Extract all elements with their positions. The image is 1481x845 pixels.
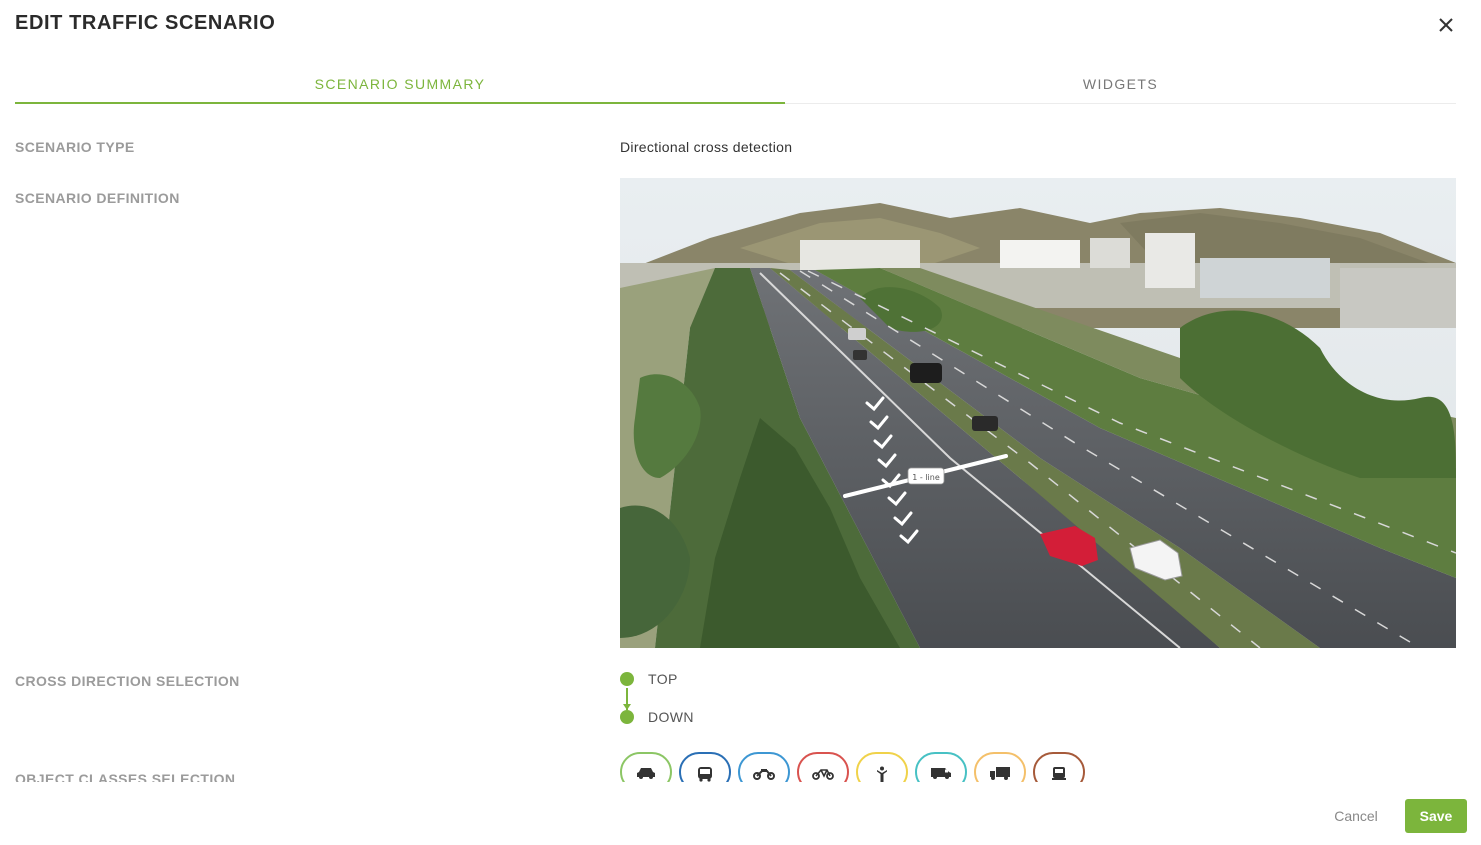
scenario-type-value: Directional cross detection [620,139,793,155]
scenario-type-label: SCENARIO TYPE [15,139,135,155]
bicycle-icon [812,769,834,780]
object-class-motorcycle[interactable] [738,752,790,782]
object-class-truck[interactable] [974,752,1026,782]
direction-top-dot [620,672,634,686]
cancel-button[interactable]: Cancel [1325,801,1387,831]
bus-icon [698,767,712,782]
truck-icon [990,767,1010,780]
close-icon[interactable] [1434,13,1458,37]
object-classes-label: OBJECT CLASSES SELECTION [15,771,236,782]
cross-direction-label: CROSS DIRECTION SELECTION [15,673,240,689]
heavy-truck-icon [1052,767,1066,780]
tab-scenario-summary[interactable]: SCENARIO SUMMARY [15,64,785,104]
motorcycle-icon [753,769,775,780]
scenario-definition-label: SCENARIO DEFINITION [15,190,180,206]
van-icon [931,768,951,779]
car-icon [637,768,655,779]
pedestrian-icon [877,766,887,782]
object-class-car[interactable] [620,752,672,782]
dialog-title: EDIT TRAFFIC SCENARIO [15,12,276,34]
tab-widgets[interactable]: WIDGETS [785,64,1456,104]
direction-down-option[interactable]: DOWN [620,709,694,725]
object-class-bicycle[interactable] [797,752,849,782]
scenario-camera-view: 1 - line [620,178,1456,648]
line-tag: 1 - line [912,473,940,482]
scenario-summary-panel[interactable]: SCENARIO TYPE Directional cross detectio… [0,104,1481,782]
direction-top-option[interactable]: TOP [620,671,678,687]
direction-down-label: DOWN [648,709,694,725]
save-button[interactable]: Save [1405,799,1467,833]
direction-down-dot [620,710,634,724]
direction-top-label: TOP [648,671,678,687]
object-class-bus[interactable] [679,752,731,782]
tab-bar: SCENARIO SUMMARY WIDGETS [15,64,1456,104]
object-class-pedestrian[interactable] [856,752,908,782]
object-class-van[interactable] [915,752,967,782]
object-class-heavy-truck[interactable] [1033,752,1085,782]
